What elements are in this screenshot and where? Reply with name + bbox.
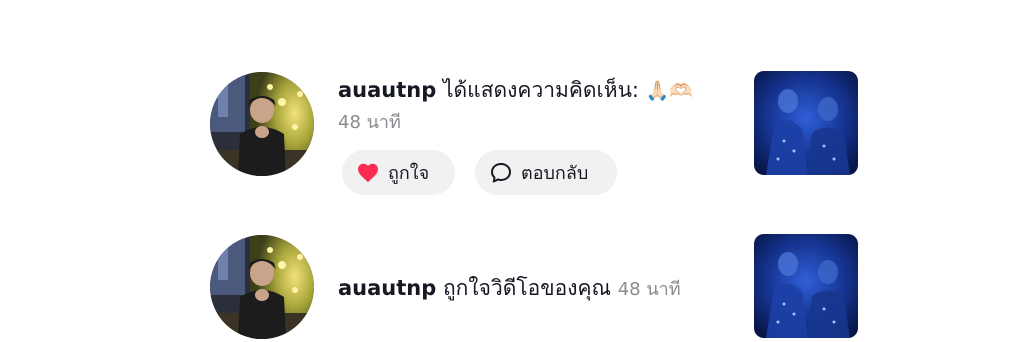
action-text: ได้แสดงความคิดเห็น: bbox=[442, 78, 640, 102]
notification-headline: auautnp ได้แสดงความคิดเห็น: 🙏🏻🫶🏻 bbox=[338, 76, 693, 105]
notification-text: auautnp ถูกใจวิดีโอของคุณ 48 นาที bbox=[338, 274, 681, 304]
comment-emoji: 🙏🏻🫶🏻 bbox=[645, 80, 694, 102]
timestamp: 48 นาที bbox=[338, 112, 401, 133]
user-avatar-photo bbox=[210, 72, 314, 176]
notifications-list: auautnp ได้แสดงความคิดเห็น: 🙏🏻🫶🏻 48 นาที… bbox=[0, 0, 1028, 342]
heart-icon bbox=[356, 161, 380, 185]
action-text: ถูกใจวิดีโอของคุณ bbox=[442, 276, 612, 300]
reply-label: ตอบกลับ bbox=[521, 163, 589, 184]
notification-actions: ถูกใจ ตอบกลับ bbox=[342, 150, 617, 195]
like-label: ถูกใจ bbox=[388, 163, 430, 184]
video-thumbnail-image bbox=[754, 234, 858, 338]
comment-bubble-icon bbox=[489, 161, 513, 185]
notification-headline: auautnp ถูกใจวิดีโอของคุณ 48 นาที bbox=[338, 274, 681, 304]
video-thumbnail-image bbox=[754, 71, 858, 175]
notification-comment[interactable]: auautnp ได้แสดงความคิดเห็น: 🙏🏻🫶🏻 48 นาที… bbox=[0, 68, 1028, 198]
reply-button[interactable]: ตอบกลับ bbox=[475, 150, 617, 195]
timestamp: 48 นาที bbox=[617, 279, 681, 300]
video-thumbnail[interactable] bbox=[754, 234, 858, 338]
user-avatar[interactable] bbox=[210, 235, 314, 339]
notification-text: auautnp ได้แสดงความคิดเห็น: 🙏🏻🫶🏻 48 นาที bbox=[338, 76, 693, 135]
video-thumbnail[interactable] bbox=[754, 71, 858, 175]
username-link[interactable]: auautnp bbox=[338, 78, 436, 102]
user-avatar-photo bbox=[210, 235, 314, 339]
like-button[interactable]: ถูกใจ bbox=[342, 150, 455, 195]
user-avatar[interactable] bbox=[210, 72, 314, 176]
username-link[interactable]: auautnp bbox=[338, 276, 436, 300]
notification-like[interactable]: auautnp ถูกใจวิดีโอของคุณ 48 นาที bbox=[0, 232, 1028, 342]
